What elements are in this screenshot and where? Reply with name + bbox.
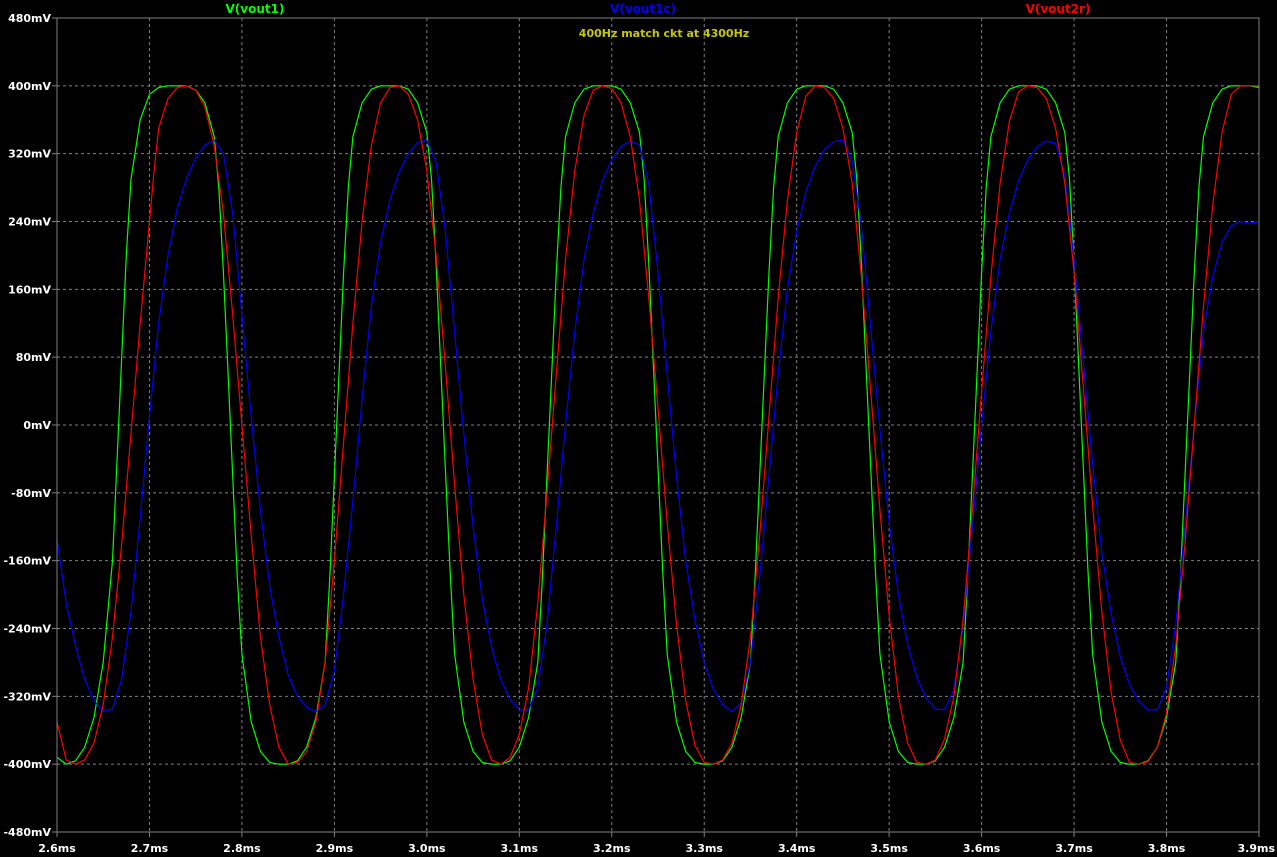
x-tick-label: 2.9ms [316, 842, 354, 855]
y-tick-label: -240mV [3, 623, 51, 636]
y-tick-label: -320mV [3, 690, 51, 703]
y-tick-label: 160mV [8, 283, 51, 296]
y-tick-label: 480mV [8, 12, 51, 25]
x-tick-label: 3.8ms [1148, 842, 1186, 855]
x-tick-label: 3.2ms [593, 842, 631, 855]
legend-entry-0[interactable]: V(vout1) [226, 2, 285, 16]
y-tick-label: -160mV [3, 555, 51, 568]
x-tick-label: 2.7ms [131, 842, 169, 855]
legend-entry-1[interactable]: V(vout1c) [610, 2, 676, 16]
y-tick-label: 80mV [16, 351, 52, 364]
x-tick-label: 3.3ms [685, 842, 723, 855]
x-tick-label: 3.7ms [1055, 842, 1093, 855]
x-tick-label: 2.6ms [38, 842, 76, 855]
legend-entry-2[interactable]: V(vout2r) [1026, 2, 1091, 16]
x-tick-label: 2.8ms [223, 842, 261, 855]
y-tick-label: 240mV [8, 216, 51, 229]
y-tick-label: -80mV [11, 487, 51, 500]
y-tick-label: -480mV [3, 826, 51, 839]
y-tick-label: 400mV [8, 80, 51, 93]
y-tick-label: 320mV [8, 148, 51, 161]
waveform-plot[interactable]: 480mV 400mV 320mV 240mV 160mV 80mV 0mV -80mV -16… [0, 0, 1277, 857]
x-tick-label: 3.0ms [408, 842, 446, 855]
annotation-text: 400Hz match ckt at 4300Hz [579, 27, 749, 40]
x-tick-label: 3.4ms [778, 842, 816, 855]
x-tick-label: 3.5ms [870, 842, 908, 855]
x-tick-label: 3.1ms [501, 842, 539, 855]
x-tick-label: 3.6ms [963, 842, 1001, 855]
x-tick-label: 3.9ms [1238, 842, 1276, 855]
y-tick-label: 0mV [23, 419, 51, 432]
y-tick-label: -400mV [3, 758, 51, 771]
